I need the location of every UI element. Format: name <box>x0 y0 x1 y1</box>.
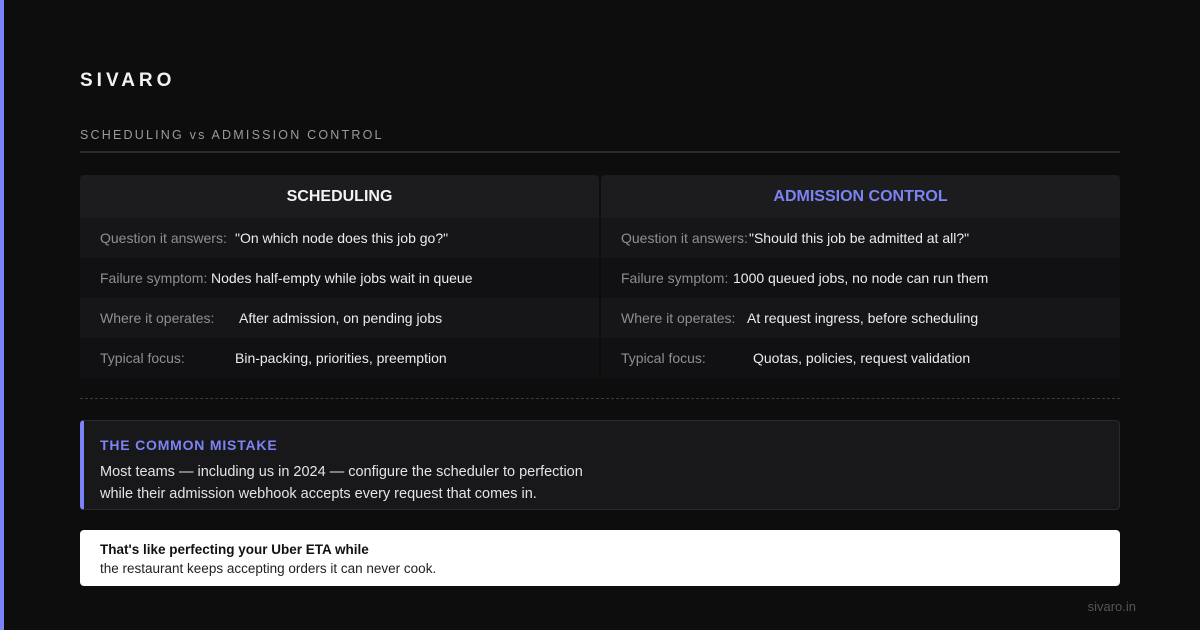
row-value: Quotas, policies, request validation <box>753 350 971 366</box>
section-divider <box>80 151 1120 153</box>
row-key: Where it operates: <box>621 310 736 326</box>
table-row: Typical focus: Bin-packing, priorities, … <box>80 338 599 378</box>
admission-column: ADMISSION CONTROL Question it answers: "… <box>601 175 1120 378</box>
callout-title: THE COMMON MISTAKE <box>100 437 278 453</box>
analogy-lead: That's like perfecting your Uber ETA whi… <box>100 542 369 557</box>
scheduling-header: SCHEDULING <box>80 175 599 218</box>
row-key: Where it operates: <box>100 310 215 326</box>
table-row: Question it answers: "Should this job be… <box>601 218 1120 258</box>
table-row: Failure symptom: Nodes half-empty while … <box>80 258 599 298</box>
row-key: Typical focus: <box>621 350 706 366</box>
comparison-table: SCHEDULING Question it answers: "On whic… <box>80 175 1120 378</box>
row-key: Typical focus: <box>100 350 185 366</box>
row-value: At request ingress, before scheduling <box>747 310 979 326</box>
brand-logo: SIVARO <box>80 70 176 91</box>
common-mistake-callout: THE COMMON MISTAKE Most teams — includin… <box>80 420 1120 510</box>
row-value: After admission, on pending jobs <box>239 310 443 326</box>
table-row: Typical focus: Quotas, policies, request… <box>601 338 1120 378</box>
dashed-divider <box>80 398 1120 399</box>
table-row: Where it operates: After admission, on p… <box>80 298 599 338</box>
row-key: Question it answers: <box>100 230 227 246</box>
table-row: Where it operates: At request ingress, b… <box>601 298 1120 338</box>
table-row: Question it answers: "On which node does… <box>80 218 599 258</box>
callout-body: Most teams — including us in 2024 — conf… <box>100 461 1119 505</box>
row-value: "On which node does this job go?" <box>235 230 449 246</box>
footer-url: sivaro.in <box>1087 599 1136 614</box>
row-key: Question it answers: <box>621 230 748 246</box>
accent-bar <box>0 0 4 630</box>
section-label: SCHEDULING vs ADMISSION CONTROL <box>80 128 384 142</box>
row-key: Failure symptom: <box>621 270 729 286</box>
row-value: 1000 queued jobs, no node can run them <box>733 270 989 286</box>
row-value: "Should this job be admitted at all?" <box>749 230 970 246</box>
row-value: Bin-packing, priorities, preemption <box>235 350 447 366</box>
analogy-card: That's like perfecting your Uber ETA whi… <box>80 530 1120 586</box>
row-key: Failure symptom: <box>100 270 208 286</box>
callout-line: Most teams — including us in 2024 — conf… <box>100 464 583 480</box>
table-row: Failure symptom: 1000 queued jobs, no no… <box>601 258 1120 298</box>
scheduling-column: SCHEDULING Question it answers: "On whic… <box>80 175 599 378</box>
row-value: Nodes half-empty while jobs wait in queu… <box>211 270 473 286</box>
callout-line: while their admission webhook accepts ev… <box>100 486 537 502</box>
analogy-text: the restaurant keeps accepting orders it… <box>100 561 437 576</box>
admission-header: ADMISSION CONTROL <box>601 175 1120 218</box>
